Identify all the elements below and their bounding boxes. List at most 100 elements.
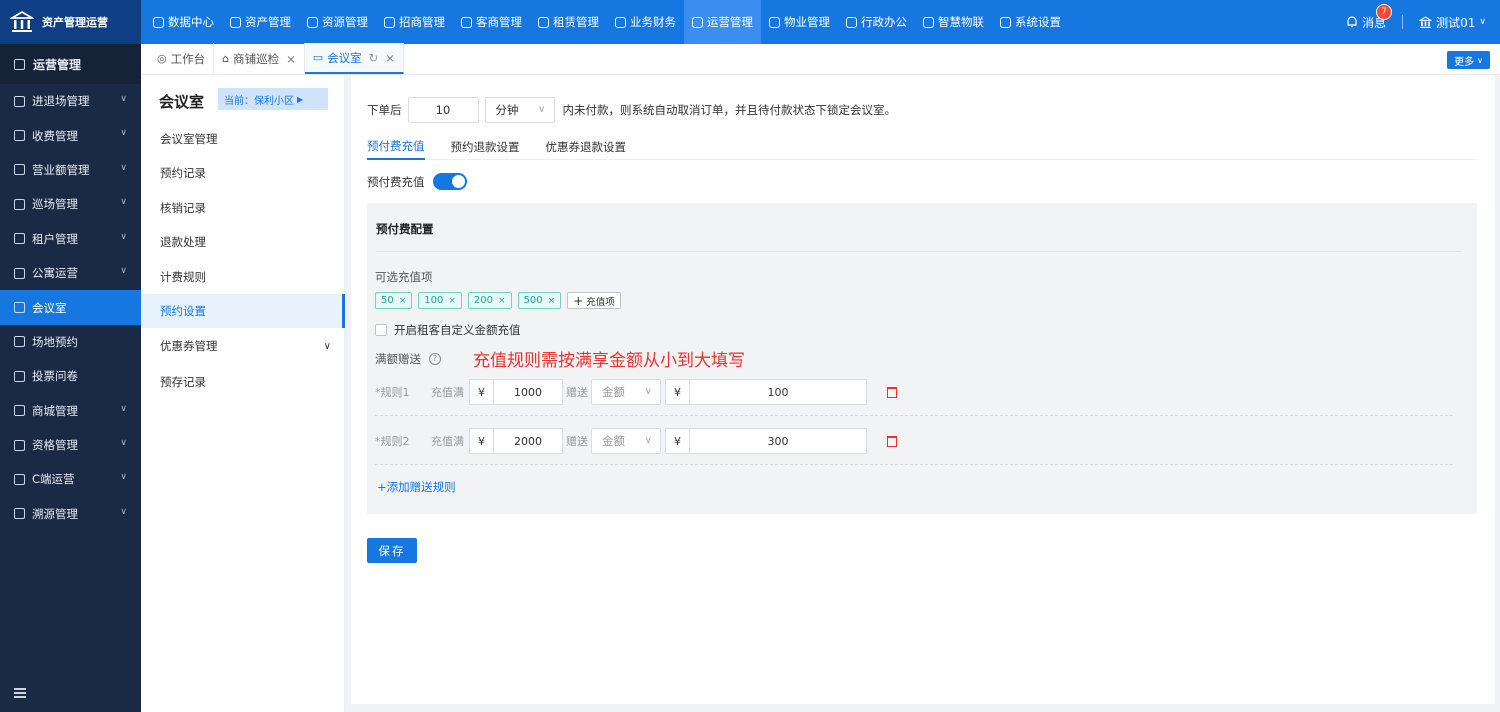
sidebar-item-label: 投票问卷 xyxy=(32,369,78,384)
gift-rule-row: *规则2 充值满 ¥2000 赠送 金额 ∨ ¥300 xyxy=(375,428,897,454)
top-nav-item[interactable]: 智慧物联 xyxy=(915,0,992,44)
page-tab[interactable]: ⌂ 商铺巡检 × xyxy=(214,43,305,74)
currency-prefix: ¥ xyxy=(665,379,689,405)
save-button[interactable]: 保存 xyxy=(367,538,417,563)
sub-nav-item[interactable]: 核销记录 xyxy=(141,191,345,225)
gift-row: 满额赠送 ? 充值规则需按满享金额从小到大填写 xyxy=(375,346,745,371)
top-nav-item[interactable]: 资源管理 xyxy=(299,0,376,44)
collapse-menu-icon[interactable] xyxy=(14,688,26,698)
meeting-room-icon: ▭ xyxy=(312,51,324,64)
currency-prefix: ¥ xyxy=(469,379,493,405)
top-nav-item[interactable]: 客商管理 xyxy=(453,0,530,44)
gift-type-select[interactable]: 金额 ∨ xyxy=(591,379,661,405)
threshold-input[interactable]: 1000 xyxy=(493,379,563,405)
brand[interactable]: 资产管理运营 xyxy=(0,0,141,44)
chevron-down-icon: ∨ xyxy=(120,162,127,173)
sidebar-item[interactable]: 资格管理 ∨ xyxy=(0,428,141,462)
menu-icon xyxy=(14,95,25,107)
close-icon[interactable]: × xyxy=(548,296,556,306)
sidebar-item[interactable]: C端运营 ∨ xyxy=(0,462,141,496)
sidebar-item[interactable]: 场地预约 xyxy=(0,325,141,359)
page-tab[interactable]: ◎ 工作台 xyxy=(149,43,215,74)
gift-amount-value: 300 xyxy=(767,434,789,448)
sub-nav-item[interactable]: 预存记录 xyxy=(141,365,345,399)
sidebar-item[interactable]: 收费管理 ∨ xyxy=(0,118,141,152)
header-divider xyxy=(1402,15,1404,29)
close-icon[interactable]: × xyxy=(448,296,456,306)
rule-note: 充值规则需按满享金额从小到大填写 xyxy=(473,351,745,371)
document-icon xyxy=(307,16,318,28)
sidebar-item[interactable]: 进退场管理 ∨ xyxy=(0,84,141,118)
settings-tab[interactable]: 优惠券退款设置 xyxy=(546,133,627,160)
order-unit-select[interactable]: 分钟 ∨ xyxy=(484,97,555,123)
prepaid-switch[interactable] xyxy=(432,173,467,190)
add-recharge-option-button[interactable]: + 充值项 xyxy=(567,292,621,309)
sub-nav-label: 核销记录 xyxy=(160,201,206,215)
sub-nav-item[interactable]: 退款处理 xyxy=(141,225,345,259)
sub-nav-item[interactable]: 计费规则 xyxy=(141,260,345,294)
chevron-down-icon: ∨ xyxy=(120,472,127,483)
sidebar-item[interactable]: 巡场管理 ∨ xyxy=(0,187,141,221)
top-nav-label: 租赁管理 xyxy=(553,15,599,29)
recharge-option-chip: 500 × xyxy=(517,292,562,309)
gift-amount-input[interactable]: 300 xyxy=(689,428,867,454)
top-nav-item[interactable]: 系统设置 xyxy=(992,0,1069,44)
top-nav-label: 客商管理 xyxy=(476,15,522,29)
top-nav-item[interactable]: 业务财务 xyxy=(607,0,684,44)
top-nav-item[interactable]: 招商管理 xyxy=(376,0,453,44)
help-icon[interactable]: ? xyxy=(429,352,441,365)
messages-button[interactable]: 消息 7 xyxy=(1346,3,1393,31)
sidebar-item[interactable]: 会议室 xyxy=(0,290,141,325)
delete-rule-icon[interactable] xyxy=(887,386,897,398)
settings-tab[interactable]: 预约退款设置 xyxy=(451,133,520,160)
sub-nav-item[interactable]: 会议室管理 xyxy=(141,122,345,156)
top-nav-item[interactable]: 运营管理 xyxy=(684,0,761,44)
sidebar-item-label: 会议室 xyxy=(32,300,67,315)
sidebar-item[interactable]: 商城管理 ∨ xyxy=(0,394,141,428)
close-icon[interactable]: × xyxy=(399,296,407,306)
top-nav-label: 运营管理 xyxy=(707,15,753,29)
sidebar-item-label: 租户管理 xyxy=(32,231,78,246)
close-icon[interactable]: × xyxy=(498,296,506,306)
user-menu[interactable]: 测试01 ∨ xyxy=(1419,14,1486,31)
gift-amount-input[interactable]: 100 xyxy=(689,379,867,405)
sub-nav-item[interactable]: 预约设置 xyxy=(141,294,345,328)
sidebar-item-label: 巡场管理 xyxy=(32,197,78,212)
gift-type-select[interactable]: 金额 ∨ xyxy=(591,428,661,454)
sidebar-item-label: 资格管理 xyxy=(32,438,78,453)
order-minutes-input[interactable]: 10 xyxy=(407,97,479,123)
menu-icon xyxy=(14,370,25,382)
top-nav-item[interactable]: 物业管理 xyxy=(761,0,838,44)
top-nav-item[interactable]: 数据中心 xyxy=(145,0,222,44)
sub-nav-item[interactable]: 优惠券管理 ∨ xyxy=(141,329,345,363)
close-icon[interactable]: × xyxy=(286,52,296,66)
add-rule-link[interactable]: +添加赠送规则 xyxy=(377,479,456,495)
settings-tab[interactable]: 预付费充值 xyxy=(367,133,425,160)
scope-selector[interactable]: 当前：保利小区 ▶ xyxy=(218,88,328,110)
plus-icon: + xyxy=(573,293,584,308)
custom-amount-checkbox[interactable] xyxy=(375,324,387,336)
sidebar-item[interactable]: 投票问卷 xyxy=(0,359,141,393)
refresh-icon[interactable]: ↻ xyxy=(369,51,379,65)
top-nav-item[interactable]: 资产管理 xyxy=(222,0,299,44)
sidebar-item[interactable]: 溯源管理 ∨ xyxy=(0,497,141,531)
sidebar-header-label: 运营管理 xyxy=(33,57,82,72)
sidebar-item-label: C端运营 xyxy=(32,472,75,487)
sidebar-item-label: 公寓运营 xyxy=(32,266,78,281)
chevron-down-icon: ∨ xyxy=(120,403,127,414)
coin-icon xyxy=(615,16,626,28)
sidebar-item[interactable]: 营业额管理 ∨ xyxy=(0,153,141,187)
sidebar-item[interactable]: 公寓运营 ∨ xyxy=(0,256,141,290)
threshold-input[interactable]: 2000 xyxy=(493,428,563,454)
close-icon[interactable]: × xyxy=(385,51,395,65)
more-tabs-button[interactable]: 更多 ∨ xyxy=(1447,51,1490,69)
sidebar-item[interactable]: 租户管理 ∨ xyxy=(0,222,141,256)
page-tab[interactable]: ▭ 会议室 ↻ × xyxy=(304,43,404,74)
top-nav-item[interactable]: 行政办公 xyxy=(838,0,915,44)
rule-name: *规则1 xyxy=(375,386,410,399)
top-nav-item[interactable]: 租赁管理 xyxy=(530,0,607,44)
sub-nav-item[interactable]: 预约记录 xyxy=(141,156,345,190)
monitor-icon xyxy=(846,16,857,28)
delete-rule-icon[interactable] xyxy=(887,435,897,447)
chevron-down-icon: ∨ xyxy=(120,128,127,139)
